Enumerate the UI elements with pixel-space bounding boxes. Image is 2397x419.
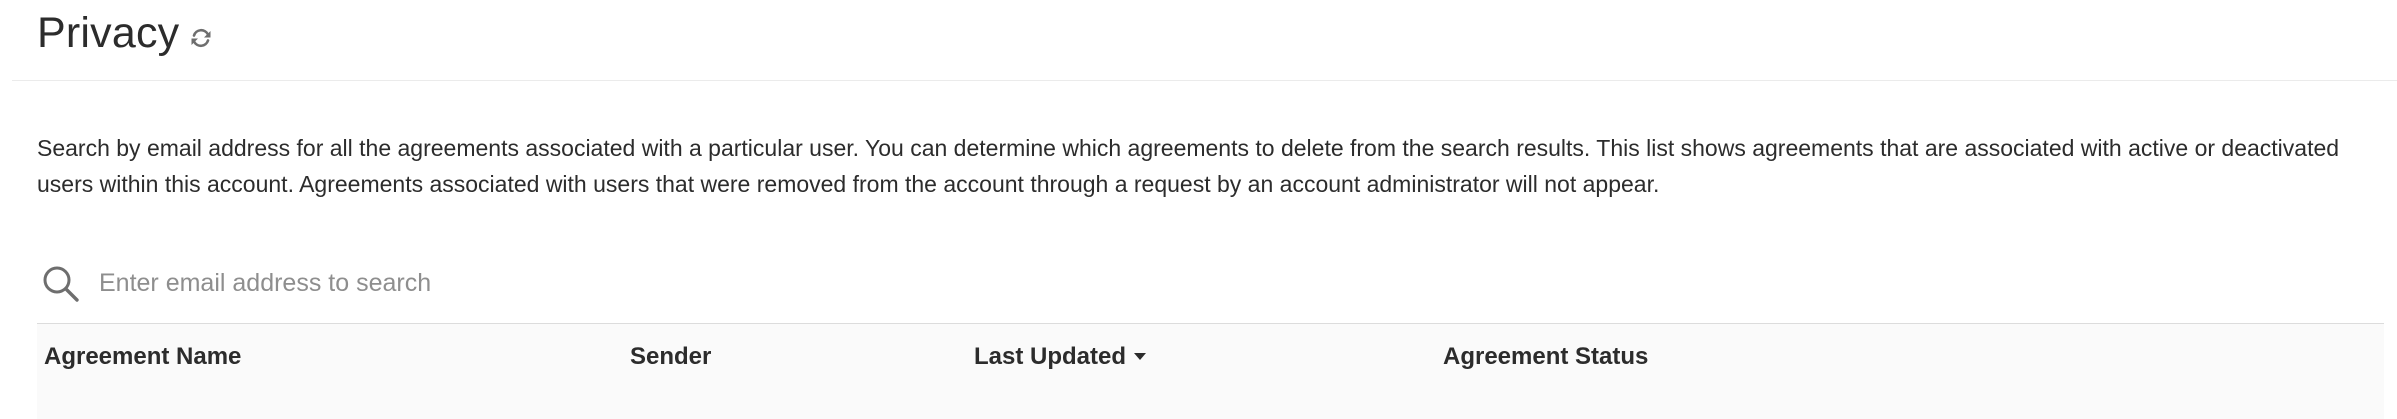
page-title: Privacy xyxy=(37,9,180,57)
refresh-icon[interactable] xyxy=(187,24,215,52)
column-header-label: Sender xyxy=(630,343,712,370)
page-header: Privacy xyxy=(12,0,2397,81)
column-header-label: Last Updated xyxy=(974,343,1127,370)
email-search-input[interactable] xyxy=(99,263,1299,303)
column-header-label: Agreement Status xyxy=(1443,343,1649,370)
table-header: Agreement Name Sender Last Updated Agree… xyxy=(37,324,2384,419)
sort-descending-icon xyxy=(1134,353,1147,360)
privacy-description: Search by email address for all the agre… xyxy=(37,135,2340,197)
column-header-label: Agreement Name xyxy=(44,343,242,370)
column-header-last-updated[interactable]: Last Updated xyxy=(974,343,1147,371)
column-header-agreement-name[interactable]: Agreement Name xyxy=(44,343,241,371)
column-header-agreement-status[interactable]: Agreement Status xyxy=(1443,343,1648,371)
column-header-sender[interactable]: Sender xyxy=(630,343,711,371)
search-icon xyxy=(41,264,81,304)
search-bar xyxy=(37,257,2384,324)
